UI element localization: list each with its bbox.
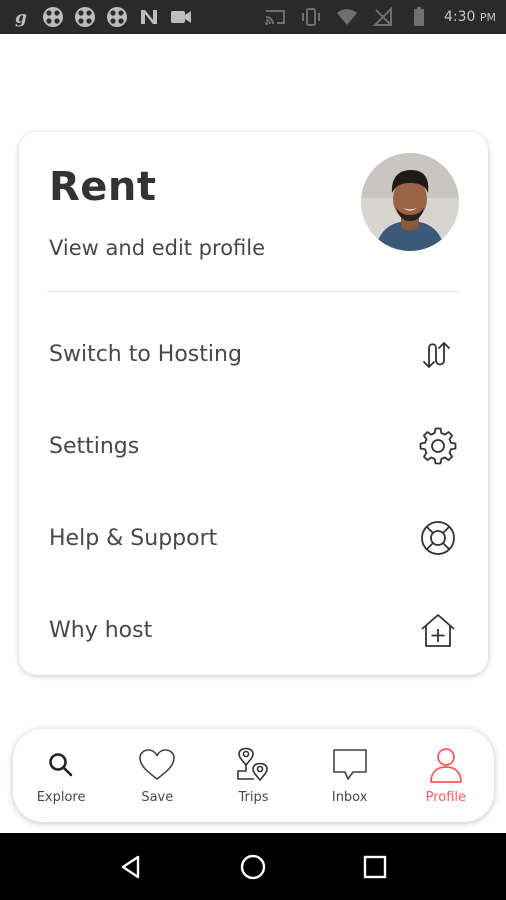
profile-title: Rent (49, 164, 157, 210)
menu-item-settings[interactable]: Settings (19, 400, 488, 492)
lifebuoy-icon (418, 518, 458, 558)
tab-save[interactable]: Save (112, 746, 202, 805)
tab-explore[interactable]: Explore (16, 746, 106, 805)
tab-trips[interactable]: Trips (208, 746, 298, 805)
wifi-icon (336, 6, 358, 28)
house-plus-icon (418, 610, 458, 650)
video-icon (170, 6, 192, 28)
profile-screen: g 4:30 PM Rent View and edit profile Swi… (0, 0, 506, 900)
menu-item-why-host[interactable]: Why host (19, 584, 488, 676)
status-bar: g 4:30 PM (0, 0, 506, 34)
view-edit-profile-link[interactable]: View and edit profile (49, 236, 265, 260)
menu-item-switch-to-hosting[interactable]: Switch to Hosting (19, 308, 488, 400)
bottom-nav: Explore Save Trips Inbox Profile (13, 729, 494, 822)
person-icon (426, 746, 466, 784)
tab-profile[interactable]: Profile (401, 746, 491, 805)
menu-item-label: Help & Support (49, 525, 218, 551)
menu-item-help-support[interactable]: Help & Support (19, 492, 488, 584)
clock-suffix: PM (479, 11, 496, 24)
status-system: 4:30 PM (264, 6, 496, 28)
avatar[interactable] (361, 153, 459, 251)
back-icon[interactable] (111, 847, 151, 887)
search-icon (41, 746, 81, 784)
cast-icon (264, 6, 286, 28)
profile-divider (47, 291, 459, 292)
tab-label: Explore (36, 790, 86, 805)
svg-text:g: g (15, 8, 27, 27)
no-signal-icon (372, 6, 394, 28)
home-icon[interactable] (233, 847, 273, 887)
clock-time: 4:30 (443, 9, 476, 25)
switch-arrows-icon (418, 334, 458, 374)
tab-inbox[interactable]: Inbox (305, 746, 395, 805)
heart-icon (137, 746, 177, 784)
chat-bubble-icon (330, 746, 370, 784)
system-nav-bar (0, 833, 506, 900)
tab-label: Profile (425, 790, 467, 805)
tab-label: Inbox (331, 790, 368, 805)
avatar-image (361, 153, 459, 251)
gear-icon (418, 426, 458, 466)
g-notification-icon: g (10, 6, 32, 28)
tab-label: Save (141, 790, 174, 805)
clock: 4:30 PM (444, 9, 496, 25)
menu-item-label: Why host (49, 617, 153, 643)
menu-item-label: Switch to Hosting (49, 341, 242, 367)
vibrate-icon (300, 6, 322, 28)
profile-card: Rent View and edit profile Switch to Hos… (19, 132, 488, 675)
battery-icon (408, 6, 430, 28)
trips-icon (233, 746, 273, 784)
status-notifications: g (10, 6, 192, 28)
apps-icon (42, 6, 64, 28)
apps-icon (74, 6, 96, 28)
tab-label: Trips (238, 790, 269, 805)
n-icon (138, 6, 160, 28)
apps-icon (106, 6, 128, 28)
menu-item-label: Settings (49, 433, 140, 459)
recents-icon[interactable] (355, 847, 395, 887)
